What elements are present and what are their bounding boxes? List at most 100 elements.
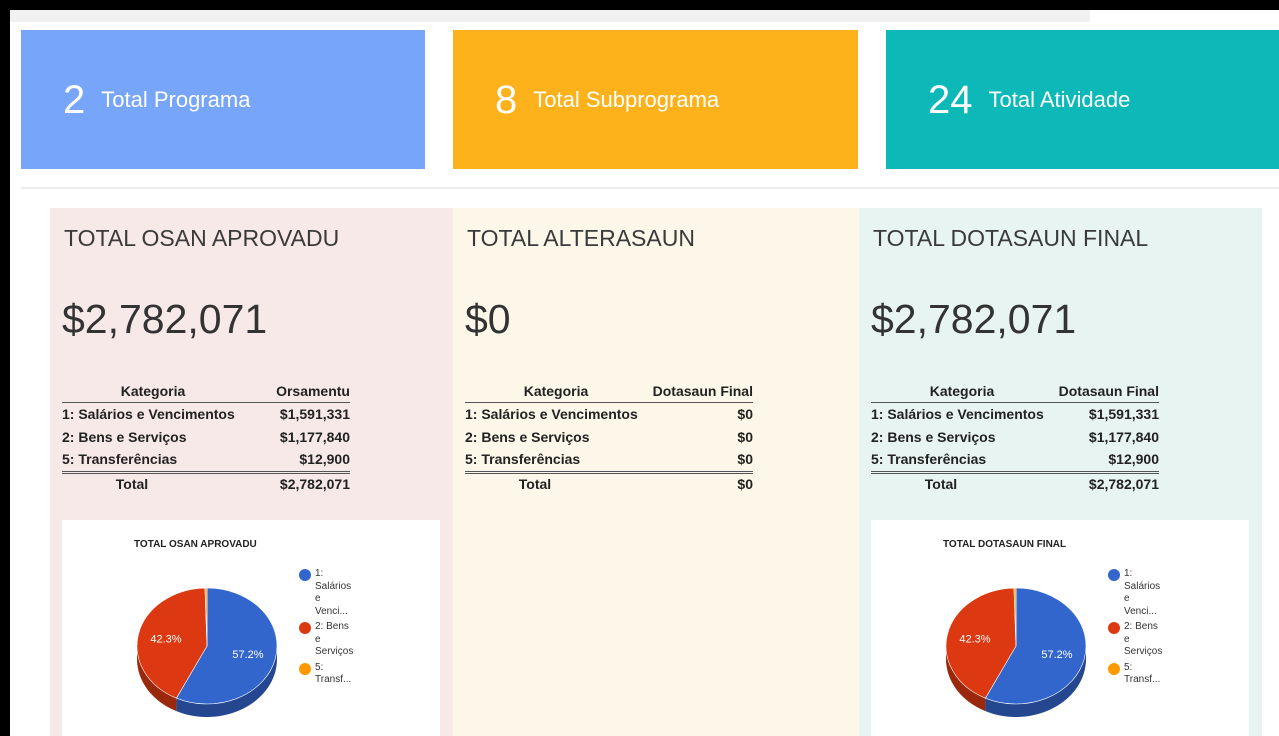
- column-header: Orsamentu: [276, 383, 350, 399]
- window-frame-top: [0, 0, 1279, 10]
- stat-label: Total Programa: [101, 86, 251, 112]
- column-header: Dotasaun Final: [1058, 383, 1159, 399]
- table-total-row: Total $2,782,071: [62, 470, 350, 496]
- table-cell: $1,177,840: [279, 428, 350, 445]
- table-row: 2: Bens e Serviços $0: [465, 426, 753, 449]
- legend-swatch: [1108, 622, 1120, 634]
- legend-swatch: [299, 569, 311, 581]
- stat-value: 8: [495, 77, 518, 122]
- table-cell: $1,177,840: [1088, 428, 1159, 445]
- table-cell: $0: [737, 406, 753, 422]
- table-total-row: Total $2,782,071: [871, 470, 1159, 496]
- legend-label: 2: Bens e Serviços: [315, 621, 353, 659]
- table-cell: 1: Salários e Vencimentos: [871, 406, 1044, 422]
- legend-item[interactable]: 5: Transf...: [1108, 662, 1162, 687]
- table-cell: $0: [737, 451, 753, 467]
- legend-item[interactable]: 1: Salários e Venci...: [1108, 568, 1162, 618]
- legend-label-line: Salários: [315, 580, 352, 592]
- table-header-row: Kategoria Dotasaun Final: [871, 381, 1159, 403]
- legend-label: 1: Salários e Venci...: [315, 568, 351, 618]
- table-cell: $2,782,071: [1088, 475, 1159, 492]
- legend-label-line: e: [1124, 593, 1130, 604]
- panel-alterasaun: TOTAL ALTERASAUN $0 Kategoria Dotasaun F…: [453, 208, 859, 736]
- legend-label-line: e: [1124, 633, 1130, 645]
- table-row: 5: Transferências $12,900: [62, 448, 350, 471]
- column-header: Kategoria: [120, 383, 186, 399]
- legend-label-line: 2: Bens: [315, 621, 349, 632]
- slice-label: 57.2%: [1041, 649, 1072, 661]
- panel-dotasaun-final: TOTAL DOTASAUN FINAL $2,782,071 Kategori…: [859, 208, 1262, 736]
- legend-label-line: Salários: [1124, 580, 1161, 592]
- legend-label-line: Venci...: [315, 605, 348, 617]
- legend-label-line: Serviços: [315, 646, 354, 657]
- window-frame-left: [0, 0, 10, 736]
- legend-label: 1: Salários e Venci...: [1124, 568, 1160, 618]
- table-cell: $1,591,331: [279, 406, 350, 422]
- table-row: 2: Bens e Serviços $1,177,840: [62, 426, 350, 449]
- legend-label-line: Venci...: [1124, 605, 1157, 617]
- legend-label-line: Serviços: [1124, 646, 1163, 657]
- legend-swatch: [1108, 662, 1120, 675]
- top-scroll-strip: [10, 10, 1090, 22]
- stat-card-atividade[interactable]: 24 Total Atividade: [886, 30, 1279, 169]
- legend-label-line: 5:: [315, 661, 324, 673]
- legend-label-line: e: [315, 593, 321, 604]
- pie-chart-svg[interactable]: 57.2% 42.3%: [62, 520, 440, 736]
- legend-label: 5: Transf...: [1124, 662, 1160, 687]
- table-cell: $12,900: [299, 451, 350, 467]
- panel-osan-aprovadu: TOTAL OSAN APROVADU $2,782,071 Kategoria…: [50, 208, 453, 736]
- legend-label-line: 1:: [315, 568, 324, 579]
- stat-card-programa[interactable]: 2 Total Programa: [21, 30, 425, 169]
- legend-item[interactable]: 2: Bens e Serviços: [1108, 621, 1162, 659]
- summary-table: Kategoria Orsamentu 1: Salários e Vencim…: [62, 381, 350, 496]
- legend-label-line: 5:: [1124, 661, 1133, 673]
- section-divider: [21, 187, 1279, 189]
- table-cell: $1,591,331: [1088, 406, 1159, 422]
- stat-card-subprograma[interactable]: 8 Total Subprograma: [453, 30, 858, 169]
- legend-label-line: 2: Bens: [1124, 621, 1158, 632]
- legend-label: 5: Transf...: [315, 662, 351, 687]
- table-cell: Total: [115, 475, 149, 492]
- table-cell: $2,782,071: [279, 475, 350, 492]
- legend-item[interactable]: 5: Transf...: [299, 662, 353, 687]
- legend-label: 2: Bens e Serviços: [1124, 621, 1162, 659]
- panel-title: TOTAL DOTASAUN FINAL: [873, 225, 1149, 251]
- legend-swatch: [299, 622, 311, 634]
- table-cell: 2: Bens e Serviços: [465, 428, 590, 445]
- legend-label-line: Transf...: [1124, 674, 1161, 685]
- table-cell: 2: Bens e Serviços: [62, 428, 187, 445]
- slice-label: 42.3%: [150, 634, 181, 646]
- pie-chart-dotasaun-final[interactable]: TOTAL DOTASAUN FINAL 57.2% 42.3% 1: Salári…: [871, 520, 1249, 736]
- summary-table: Kategoria Dotasaun Final 1: Salários e V…: [871, 381, 1159, 496]
- pie-chart-osan-aprovadu[interactable]: TOTAL OSAN APROVADU 57.2% 42.3% 1: Salário…: [62, 520, 440, 736]
- table-row: 1: Salários e Vencimentos $0: [465, 403, 753, 426]
- chart-legend: 1: Salários e Venci... 2: Bens e Serviços 5: Tra…: [1108, 568, 1162, 690]
- slice-label: 42.3%: [959, 634, 990, 646]
- stat-label: Total Subprograma: [533, 86, 720, 112]
- table-cell: $0: [737, 475, 753, 492]
- panel-amount: $2,782,071: [871, 296, 1077, 342]
- panel-amount: $2,782,071: [62, 296, 268, 342]
- table-cell: $12,900: [1108, 451, 1159, 467]
- legend-item[interactable]: 2: Bens e Serviços: [299, 621, 353, 659]
- table-cell: 5: Transferências: [465, 451, 581, 467]
- legend-swatch: [299, 662, 311, 675]
- legend-swatch: [1108, 569, 1120, 581]
- stat-value: 2: [63, 77, 86, 122]
- table-cell: $0: [737, 428, 753, 445]
- table-cell: 5: Transferências: [62, 451, 178, 467]
- pie-chart-svg[interactable]: 57.2% 42.3%: [871, 520, 1249, 736]
- stat-value: 24: [928, 77, 973, 122]
- table-row: 1: Salários e Vencimentos $1,591,331: [62, 403, 350, 426]
- table-row: 2: Bens e Serviços $1,177,840: [871, 426, 1159, 449]
- panel-amount: $0: [465, 296, 511, 342]
- summary-table: Kategoria Dotasaun Final 1: Salários e V…: [465, 381, 753, 496]
- legend-item[interactable]: 1: Salários e Venci...: [299, 568, 353, 618]
- table-row: 1: Salários e Vencimentos $1,591,331: [871, 403, 1159, 426]
- legend-label-line: e: [315, 633, 321, 645]
- legend-label-line: Transf...: [315, 674, 352, 685]
- stat-label: Total Atividade: [988, 86, 1131, 112]
- legend-label-line: 1:: [1124, 568, 1133, 579]
- table-row: 5: Transferências $0: [465, 448, 753, 471]
- table-cell: Total: [924, 475, 958, 492]
